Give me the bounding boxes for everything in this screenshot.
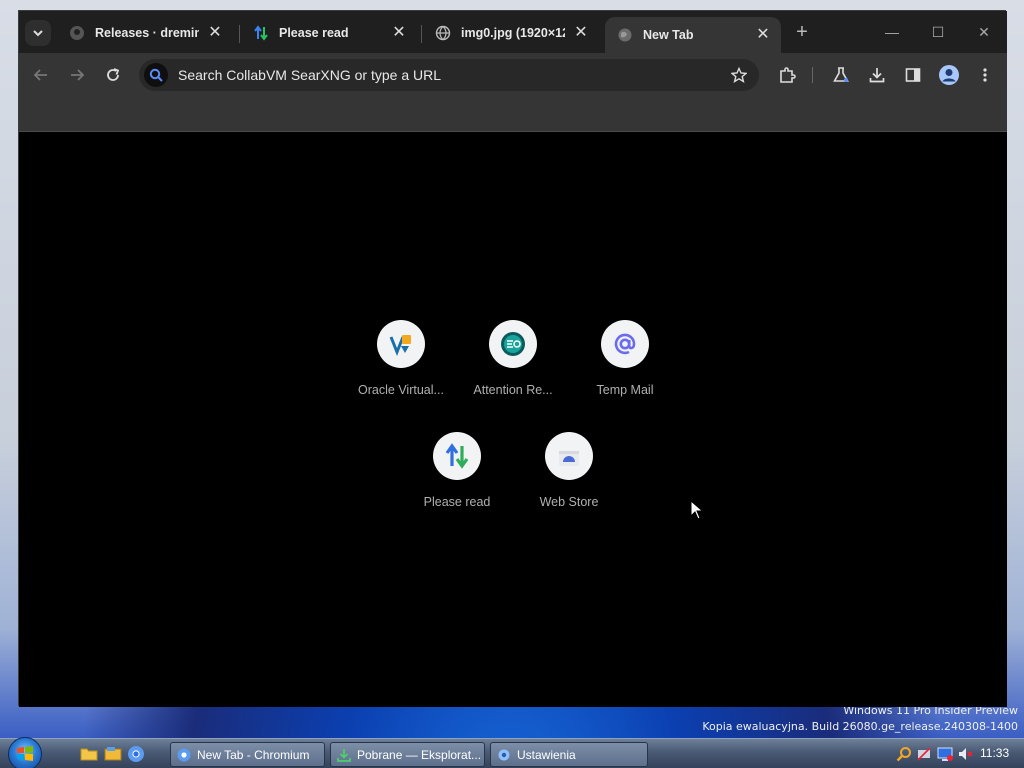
monitor-tray-icon[interactable] [937, 746, 953, 762]
shortcut-tile[interactable]: Temp Mail [569, 320, 681, 420]
puzzle-icon [780, 67, 796, 83]
shortcut-tile[interactable]: Attention Re... [457, 320, 569, 420]
search-tray-icon[interactable] [896, 746, 912, 762]
maximize-button[interactable]: ☐ [915, 19, 961, 45]
file-explorer-icon[interactable] [104, 745, 122, 763]
tab-new-tab[interactable]: New Tab ✕ [605, 17, 781, 53]
tab-please-read[interactable]: Please read ✕ [241, 17, 417, 49]
close-tab-icon[interactable]: ✕ [391, 25, 407, 41]
kebab-menu-icon [983, 68, 987, 82]
avatar-icon [939, 65, 959, 85]
taskbar: New Tab - Chromium Pobrane — Eksplorat..… [0, 737, 1024, 768]
chromium-icon [177, 748, 191, 761]
address-bar-placeholder: Search CollabVM SearXNG or type a URL [178, 67, 441, 83]
github-icon [69, 25, 85, 41]
taskbar-item-label: Pobrane — Eksplorat... [357, 747, 482, 762]
close-tab-icon[interactable]: ✕ [207, 25, 223, 41]
taskbar-item-settings[interactable]: Ustawienia [490, 742, 648, 767]
tab-title: img0.jpg (1920×1200) [461, 26, 565, 40]
tab-releases[interactable]: Releases · dremin/Re ✕ [57, 17, 233, 49]
back-button[interactable] [29, 63, 53, 87]
menu-button[interactable] [973, 63, 997, 87]
settings-icon [498, 749, 510, 760]
taskbar-item-label: New Tab - Chromium [197, 747, 310, 762]
new-tab-page: Oracle Virtual... Attention Re... Temp M… [19, 132, 1007, 707]
shortcut-label: Please read [423, 495, 491, 509]
web-store-icon [545, 432, 593, 480]
toolbar-separator [812, 67, 813, 83]
side-panel-icon [905, 68, 921, 82]
volume-muted-icon[interactable] [957, 746, 973, 762]
taskbar-item-label: Ustawienia [517, 747, 576, 762]
close-window-button[interactable]: ✕ [961, 19, 1007, 45]
toolbar: Search CollabVM SearXNG or type a URL [19, 53, 1007, 97]
globe-icon [617, 27, 633, 43]
globe-icon [435, 25, 451, 41]
shortcuts-grid: Oracle Virtual... Attention Re... Temp M… [19, 132, 1007, 707]
shortcut-tile[interactable]: Please read [401, 432, 513, 532]
close-tab-icon[interactable]: ✕ [755, 27, 771, 43]
bookmark-bar [19, 97, 1007, 132]
tab-strip: Releases · dremin/Re ✕ Please read ✕ img… [19, 11, 1007, 53]
extensions-button[interactable] [775, 63, 799, 87]
folder-icon[interactable] [80, 745, 98, 763]
up-down-arrows-icon [253, 25, 269, 41]
virtualbox-icon [377, 320, 425, 368]
arrow-right-icon [71, 69, 85, 81]
shortcut-tile[interactable]: Oracle Virtual... [345, 320, 457, 420]
at-sign-icon [601, 320, 649, 368]
forward-button[interactable] [65, 63, 89, 87]
reload-button[interactable] [101, 63, 125, 87]
download-icon [869, 68, 885, 83]
shortcut-label: Temp Mail [596, 383, 654, 397]
chromium-icon[interactable] [127, 745, 145, 763]
shortcut-label: Attention Re... [473, 383, 553, 397]
downloads-button[interactable] [865, 63, 889, 87]
network-tray-icon[interactable] [916, 746, 932, 762]
tab-search-button[interactable] [25, 20, 51, 46]
mouse-cursor-icon [690, 500, 704, 520]
side-panel-button[interactable] [901, 63, 925, 87]
shortcut-tile[interactable]: Web Store [513, 432, 625, 532]
search-icon [144, 63, 168, 87]
tab-title: Please read [279, 26, 349, 40]
tab-title: Releases · dremin/Re [95, 26, 199, 40]
shortcut-label: Oracle Virtual... [358, 383, 444, 397]
address-bar[interactable]: Search CollabVM SearXNG or type a URL [139, 59, 759, 91]
minimize-button[interactable]: — [869, 19, 915, 45]
attention-icon [489, 320, 537, 368]
clock[interactable]: 11:33 [980, 746, 1009, 760]
tab-separator [421, 25, 422, 43]
profile-button[interactable] [937, 63, 961, 87]
bookmark-star-icon[interactable] [727, 63, 751, 87]
close-tab-icon[interactable]: ✕ [573, 25, 589, 41]
shortcut-label: Web Store [539, 495, 599, 509]
new-tab-button[interactable]: + [792, 22, 812, 43]
labs-button[interactable] [829, 63, 853, 87]
reload-icon [107, 68, 120, 81]
download-folder-icon [337, 748, 351, 762]
up-down-arrows-icon [433, 432, 481, 480]
tab-img0[interactable]: img0.jpg (1920×1200) ✕ [423, 17, 599, 49]
desktop-icon-fragment[interactable] [8, 160, 18, 176]
windows-logo-icon [17, 746, 33, 761]
taskbar-item-new-tab[interactable]: New Tab - Chromium [170, 742, 325, 767]
flask-icon [833, 67, 849, 82]
start-button[interactable] [8, 737, 42, 768]
taskbar-item-downloads[interactable]: Pobrane — Eksplorat... [330, 742, 485, 767]
watermark-line2: Kopia ewaluacyjna. Build 26080.ge_releas… [702, 720, 1018, 733]
tab-separator [239, 25, 240, 43]
arrow-left-icon [33, 69, 47, 81]
tab-title: New Tab [643, 28, 694, 42]
browser-window: Releases · dremin/Re ✕ Please read ✕ img… [18, 10, 1007, 707]
chevron-down-icon [33, 30, 43, 37]
